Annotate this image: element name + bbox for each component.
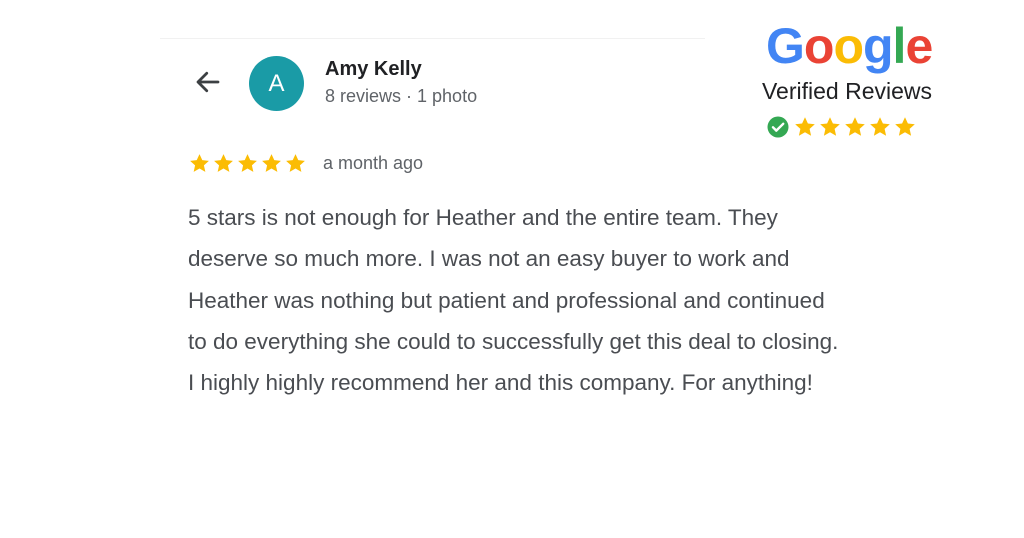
google-logo: Google	[766, 14, 933, 78]
star-rating	[188, 152, 307, 175]
badge-rating-row	[766, 114, 917, 140]
avatar[interactable]: A	[249, 56, 304, 111]
back-button[interactable]	[190, 66, 226, 102]
reviewer-meta: 8 reviews · 1 photo	[325, 86, 478, 106]
review-text: 5 stars is not enough for Heather and th…	[188, 205, 839, 396]
review-star-icon	[284, 152, 307, 175]
badge-star-icon	[793, 115, 817, 139]
review-star-icon	[236, 152, 259, 175]
arrow-left-icon	[193, 67, 223, 102]
badge-star-icon	[893, 115, 917, 139]
badge-star-rating	[793, 115, 917, 139]
divider	[160, 38, 705, 39]
review-star-icon	[188, 152, 211, 175]
badge-star-icon	[818, 115, 842, 139]
rating-row: a month ago	[188, 150, 423, 176]
google-logo-letter: g	[863, 18, 894, 74]
reviewer-name[interactable]: Amy Kelly	[325, 58, 422, 81]
avatar-initial: A	[268, 69, 285, 97]
google-logo-letter: G	[766, 18, 805, 74]
check-circle-icon	[766, 115, 790, 139]
google-logo-letter: e	[905, 18, 933, 74]
review-card: A Amy Kelly 8 reviews · 1 photo a month …	[0, 0, 1024, 538]
review-star-icon	[212, 152, 235, 175]
review-star-icon	[260, 152, 283, 175]
google-logo-letter: o	[803, 18, 835, 74]
review-time: a month ago	[323, 152, 424, 173]
badge-subtitle: Verified Reviews	[761, 78, 933, 104]
google-logo-letter: o	[833, 18, 864, 74]
google-verified-badge: Google Verified Reviews	[730, 12, 964, 142]
badge-star-icon	[868, 115, 892, 139]
badge-star-icon	[843, 115, 867, 139]
google-logo-letter: l	[892, 18, 907, 74]
